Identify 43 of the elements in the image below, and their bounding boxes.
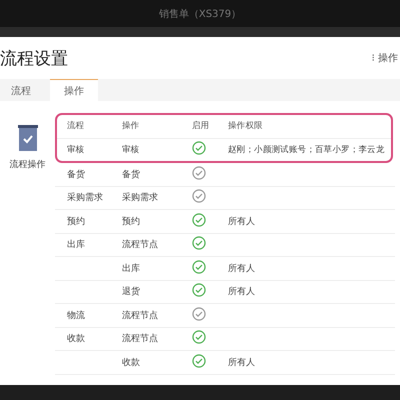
table-cell-text: 所有人: [228, 356, 256, 369]
table-cell-text: 采购需求: [67, 192, 104, 204]
column-header: 启用: [192, 120, 210, 132]
window-title: 销售单（XS379）: [158, 8, 242, 20]
table-cell-text: 收款: [67, 332, 86, 346]
table-cell-text: 流程节点: [122, 238, 159, 252]
table-cell-text: 预约: [122, 216, 141, 228]
column-header: 流程: [67, 120, 86, 132]
check-icon[interactable]: [192, 166, 206, 180]
table-cell-text: 所有人: [228, 286, 256, 298]
table-cell-text: 流程节点: [122, 332, 159, 346]
column-header: 操作: [122, 120, 140, 132]
table-cell-text: 所有人: [228, 262, 256, 275]
check-icon[interactable]: [192, 283, 206, 298]
table-cell-text: 所有人: [228, 216, 256, 228]
table-cell-text: 预约: [67, 216, 86, 228]
check-icon[interactable]: [192, 141, 206, 156]
actions-menu[interactable]: ⁝ 操作: [372, 51, 400, 65]
table-cell-text: 备货: [67, 168, 86, 181]
check-icon[interactable]: [192, 354, 206, 368]
check-icon[interactable]: [192, 236, 206, 250]
table-cell-text: 物流: [67, 310, 86, 322]
tab[interactable]: 流程: [0, 79, 42, 101]
table-cell-text: 出库: [67, 238, 86, 252]
check-icon[interactable]: [192, 330, 206, 344]
dialog-title: 流程设置: [0, 48, 68, 70]
check-icon[interactable]: [192, 260, 206, 274]
column-header: 操作权限: [228, 120, 264, 132]
clipboard-check-icon[interactable]: [18, 125, 38, 151]
table-cell-text: 收款: [122, 356, 141, 369]
table-cell-text: 审核: [122, 144, 140, 156]
check-icon[interactable]: [192, 189, 206, 204]
table-cell-text: 流程节点: [122, 310, 159, 322]
sidebar-label: 流程操作: [10, 158, 46, 171]
check-icon[interactable]: [192, 212, 206, 227]
table-cell-text: 备货: [122, 168, 141, 181]
table-cell-text: 退货: [122, 286, 141, 298]
table-cell-text: 赵刚；小颜测试账号；百草小罗；李云龙: [228, 144, 386, 156]
check-icon[interactable]: [192, 306, 206, 321]
table-cell-text: 审核: [67, 144, 86, 156]
table-cell-text: 出库: [122, 262, 141, 275]
tab[interactable]: 操作: [50, 79, 98, 101]
table-cell-text: 采购需求: [122, 192, 159, 204]
